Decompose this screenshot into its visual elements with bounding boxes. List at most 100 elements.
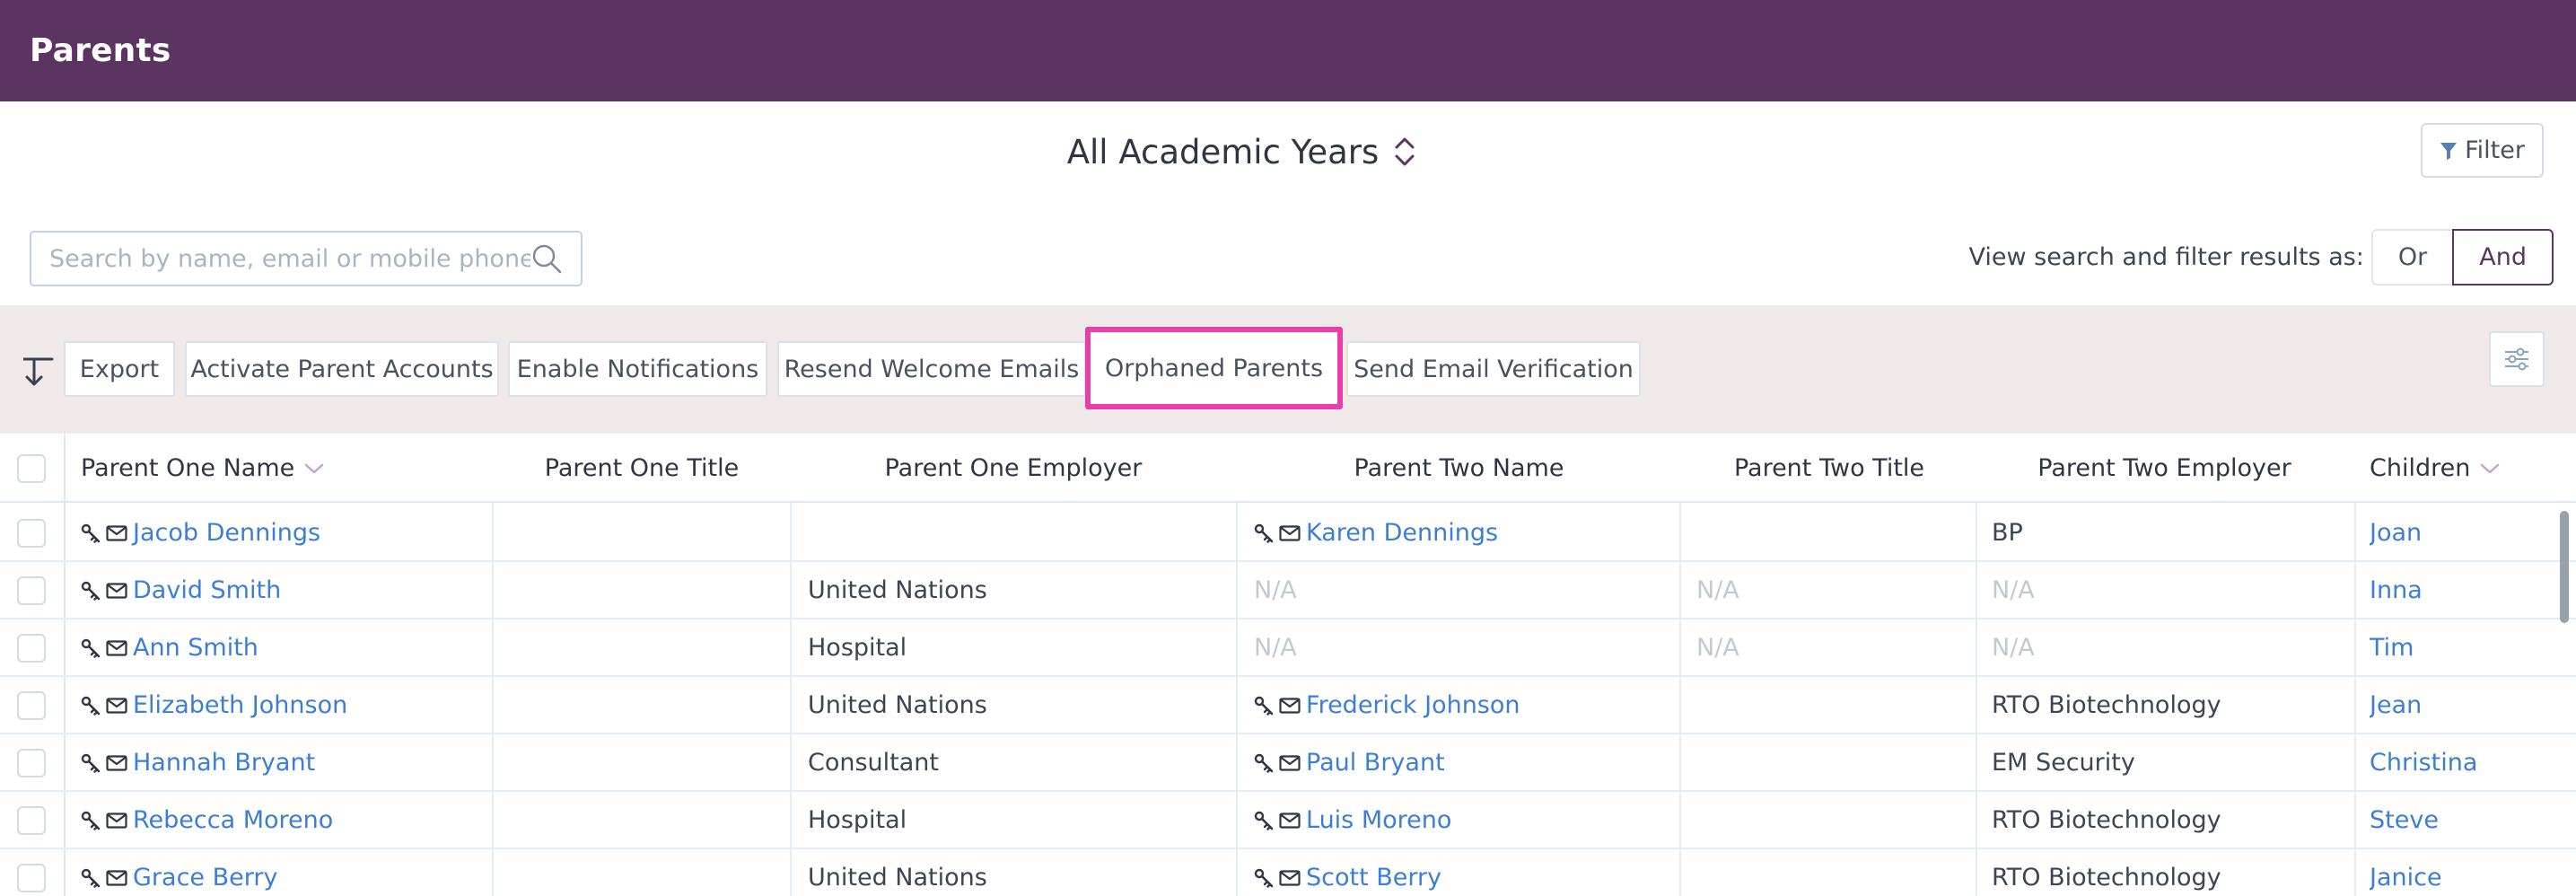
table-row: Grace Berry United Nations Scott Berry RTO … xyxy=(0,849,2576,896)
child-link[interactable]: Steve xyxy=(2370,806,2439,834)
enable-notifications-button[interactable]: Enable Notifications xyxy=(508,341,767,397)
parent-two-employer-cell: EM Security xyxy=(1992,749,2135,777)
parent-one-name-link[interactable]: Elizabeth Johnson xyxy=(133,691,347,719)
updown-chevron-icon[interactable] xyxy=(1395,136,1415,167)
row-action-icons xyxy=(81,523,127,543)
key-icon[interactable] xyxy=(1254,696,1274,716)
mail-icon[interactable] xyxy=(106,697,127,714)
key-icon[interactable] xyxy=(1254,811,1274,830)
select-all-checkbox-cell xyxy=(17,434,46,503)
parent-two-name-cell: Paul Bryant xyxy=(1254,734,1445,791)
child-link[interactable]: Christina xyxy=(2370,749,2477,777)
mail-icon[interactable] xyxy=(1279,754,1301,771)
key-icon[interactable] xyxy=(81,696,101,716)
view-mode-or-button[interactable]: Or xyxy=(2370,229,2453,285)
arrow-down-left-icon[interactable] xyxy=(20,354,56,390)
key-icon[interactable] xyxy=(81,523,101,543)
table-scrollbar[interactable] xyxy=(2560,511,2569,623)
column-header-parent-one-title: Parent One Title xyxy=(544,454,740,482)
key-icon[interactable] xyxy=(1254,523,1274,543)
column-header-parent-two-name: Parent Two Name xyxy=(1354,454,1564,482)
parent-two-name-link[interactable]: Paul Bryant xyxy=(1306,749,1445,777)
orphaned-parents-button[interactable]: Orphaned Parents xyxy=(1085,327,1343,409)
mail-icon[interactable] xyxy=(1279,697,1301,714)
parent-two-name-link[interactable]: Frederick Johnson xyxy=(1306,691,1520,719)
parent-one-name-link[interactable]: Jacob Dennings xyxy=(133,519,320,547)
activate-parent-accounts-button[interactable]: Activate Parent Accounts xyxy=(185,341,499,397)
mail-icon[interactable] xyxy=(106,754,127,771)
parent-two-employer-cell: RTO Biotechnology xyxy=(1992,691,2221,719)
row-action-icons xyxy=(81,811,127,830)
search-icon[interactable] xyxy=(530,242,563,275)
row-checkbox[interactable] xyxy=(17,690,46,720)
child-link[interactable]: Jean xyxy=(2370,691,2422,719)
key-icon[interactable] xyxy=(81,753,101,773)
table-header: Parent One Name Parent One Title Parent … xyxy=(0,434,2576,503)
table-row: Ann Smith Hospital N/A N/A N/A Tim xyxy=(0,619,2576,677)
children-cell: Joan xyxy=(2370,505,2422,561)
row-checkbox[interactable] xyxy=(17,748,46,777)
resend-welcome-emails-button[interactable]: Resend Welcome Emails xyxy=(777,341,1086,397)
row-checkbox[interactable] xyxy=(17,518,46,548)
column-settings-button[interactable] xyxy=(2489,331,2545,387)
key-icon[interactable] xyxy=(1254,868,1274,888)
key-icon[interactable] xyxy=(81,868,101,888)
parent-one-name-cell: David Smith xyxy=(81,562,281,619)
child-link[interactable]: Inna xyxy=(2370,576,2423,604)
parent-one-employer-cell: United Nations xyxy=(808,576,987,604)
row-action-icons xyxy=(81,638,127,658)
key-icon[interactable] xyxy=(81,811,101,830)
send-email-verification-button[interactable]: Send Email Verification xyxy=(1346,341,1641,397)
filter-button[interactable]: Filter xyxy=(2421,123,2544,178)
app-header: Parents xyxy=(0,0,2576,101)
row-checkbox[interactable] xyxy=(17,575,46,605)
parent-one-name-link[interactable]: Ann Smith xyxy=(133,634,258,662)
child-link[interactable]: Tim xyxy=(2370,634,2414,662)
parent-two-name-link[interactable]: Luis Moreno xyxy=(1306,806,1451,834)
parent-two-name-link[interactable]: Karen Dennings xyxy=(1306,519,1498,547)
mail-icon[interactable] xyxy=(106,869,127,886)
mail-icon[interactable] xyxy=(106,524,127,541)
row-action-icons xyxy=(1254,523,1301,543)
column-header-children[interactable]: Children xyxy=(2370,434,2501,503)
view-mode-and-button[interactable]: And xyxy=(2452,229,2554,285)
key-icon[interactable] xyxy=(81,581,101,601)
mail-icon[interactable] xyxy=(106,812,127,829)
child-link[interactable]: Joan xyxy=(2370,519,2422,547)
parent-one-name-cell: Hannah Bryant xyxy=(81,734,315,791)
parent-two-name-cell: Luis Moreno xyxy=(1254,792,1451,848)
row-action-icons xyxy=(1254,811,1301,830)
row-action-icons xyxy=(1254,696,1301,716)
column-header-parent-one-name[interactable]: Parent One Name xyxy=(81,434,325,503)
children-cell: Christina xyxy=(2370,734,2477,791)
mail-icon[interactable] xyxy=(1279,524,1301,541)
parent-one-name-link[interactable]: Grace Berry xyxy=(133,864,277,892)
parent-two-employer-cell: N/A xyxy=(1992,634,2035,662)
key-icon[interactable] xyxy=(81,638,101,658)
row-action-icons xyxy=(81,581,127,601)
column-label: Parent One Name xyxy=(81,454,295,482)
select-all-checkbox[interactable] xyxy=(17,453,46,483)
search-box xyxy=(30,231,583,286)
row-checkbox[interactable] xyxy=(17,633,46,663)
mail-icon[interactable] xyxy=(1279,869,1301,886)
row-checkbox-cell xyxy=(17,734,46,791)
parent-one-name-link[interactable]: David Smith xyxy=(133,576,281,604)
mail-icon[interactable] xyxy=(106,582,127,599)
academic-year-dropdown[interactable]: All Academic Years xyxy=(1067,133,1415,171)
row-checkbox[interactable] xyxy=(17,863,46,892)
parent-two-name-cell: Karen Dennings xyxy=(1254,505,1498,561)
mail-icon[interactable] xyxy=(106,639,127,656)
export-button[interactable]: Export xyxy=(64,341,175,397)
parent-one-name-cell: Rebecca Moreno xyxy=(81,792,333,848)
mail-icon[interactable] xyxy=(1279,812,1301,829)
view-mode-toggle: View search and filter results as: Or An… xyxy=(1968,229,2554,285)
child-link[interactable]: Janice xyxy=(2370,864,2442,892)
parent-two-name-link[interactable]: Scott Berry xyxy=(1306,864,1441,892)
search-input[interactable] xyxy=(49,244,530,273)
parent-one-name-link[interactable]: Hannah Bryant xyxy=(133,749,315,777)
parent-two-name-cell: Frederick Johnson xyxy=(1254,677,1520,733)
key-icon[interactable] xyxy=(1254,753,1274,773)
row-checkbox[interactable] xyxy=(17,805,46,835)
parent-one-name-link[interactable]: Rebecca Moreno xyxy=(133,806,333,834)
